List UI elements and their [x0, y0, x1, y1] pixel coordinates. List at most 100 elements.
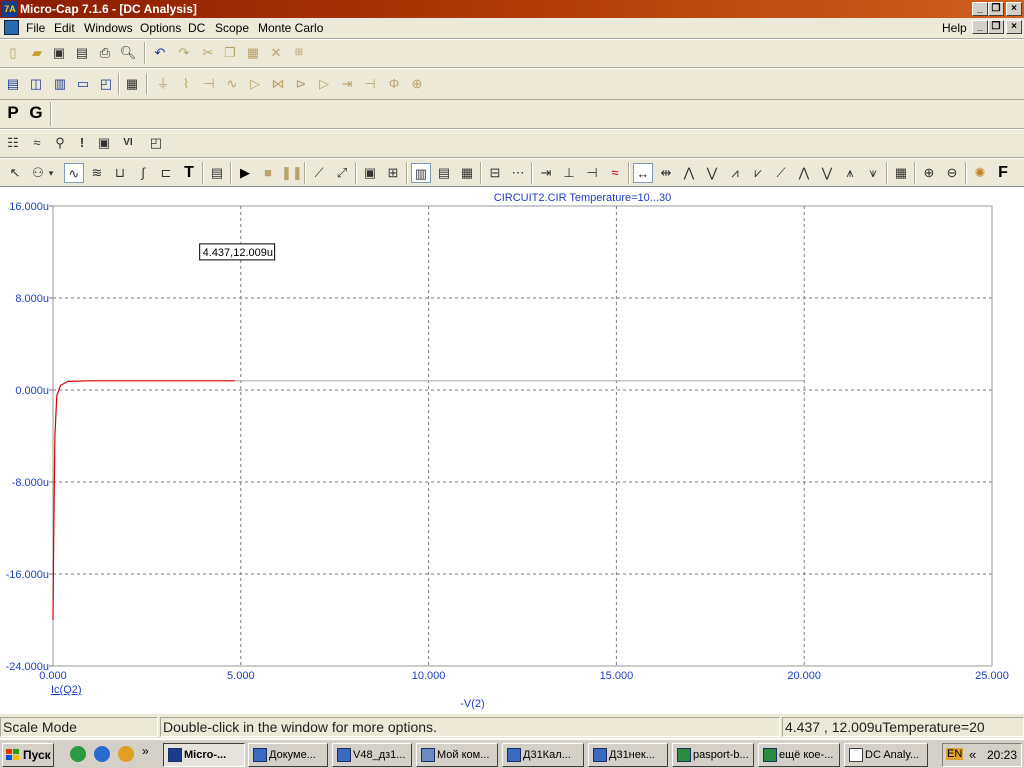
- open-folder-icon[interactable]: ▰: [27, 43, 47, 63]
- grid-icon[interactable]: ⊞: [383, 163, 403, 183]
- tile-horizontal-icon[interactable]: ▥: [50, 74, 70, 94]
- task-d31-nek[interactable]: Д31нек...: [588, 743, 668, 767]
- zener-icon[interactable]: ⋈: [268, 74, 288, 94]
- task-pasport[interactable]: pasport-b...: [672, 743, 754, 767]
- waveform-icon[interactable]: ≈: [27, 133, 47, 153]
- doc-close-button[interactable]: ×: [1006, 20, 1022, 34]
- copy-icon[interactable]: ❐: [220, 43, 240, 63]
- dc-analysis-chart[interactable]: 16.000u8.000u0.000u-8.000u-16.000u-24.00…: [0, 187, 1024, 715]
- text-tool-button[interactable]: T: [179, 163, 199, 183]
- vertical-tag-icon[interactable]: ⊏: [156, 163, 176, 183]
- task-d31-kal[interactable]: Д31Кал...: [502, 743, 584, 767]
- buffer-icon[interactable]: ⇥: [337, 74, 357, 94]
- document-icon[interactable]: [4, 20, 19, 35]
- frame-icon[interactable]: ▣: [360, 163, 380, 183]
- delete-icon[interactable]: ✕: [266, 43, 286, 63]
- menu-dc[interactable]: DC: [188, 21, 205, 35]
- zoom-out-icon[interactable]: ⊖: [942, 163, 962, 183]
- peak-icon[interactable]: ⋀: [679, 163, 699, 183]
- select-all-icon[interactable]: ⊞: [289, 43, 309, 63]
- clock[interactable]: 20:23: [987, 748, 1017, 762]
- p-button[interactable]: P: [3, 103, 23, 123]
- find-button[interactable]: F: [993, 163, 1013, 183]
- save-icon[interactable]: ▣: [49, 43, 69, 63]
- diode-icon[interactable]: ▷: [245, 74, 265, 94]
- table-icon[interactable]: ▦: [891, 163, 911, 183]
- menu-windows[interactable]: Windows: [84, 21, 133, 35]
- doc-minimize-button[interactable]: _: [972, 20, 988, 34]
- component-dropdown-icon[interactable]: ▾: [45, 163, 57, 183]
- maximize-button[interactable]: ❐: [988, 2, 1004, 16]
- menu-file[interactable]: File: [26, 21, 45, 35]
- select-cursor-icon[interactable]: ↖: [5, 163, 25, 183]
- tile-vertical-icon[interactable]: ◫: [26, 74, 46, 94]
- browser-icon[interactable]: [94, 746, 110, 762]
- cursor-mode-icon[interactable]: ≋: [87, 163, 107, 183]
- valley-icon[interactable]: ⋁: [702, 163, 722, 183]
- cascade-icon[interactable]: ▤: [3, 74, 23, 94]
- tag-horizontal-icon[interactable]: ⊣: [582, 163, 602, 183]
- desktop-icon[interactable]: [70, 746, 86, 762]
- menu-help[interactable]: Help: [942, 21, 967, 35]
- stop-icon[interactable]: ■: [258, 163, 278, 183]
- resistor-icon[interactable]: ⌇: [176, 74, 196, 94]
- minimize-button[interactable]: _: [972, 2, 988, 16]
- cut-icon[interactable]: ✂: [198, 43, 218, 63]
- source-icon[interactable]: Φ: [384, 74, 404, 94]
- undo-icon[interactable]: ↶: [150, 43, 170, 63]
- crosshair-icon[interactable]: ⋯: [508, 163, 528, 183]
- zoom-in-icon[interactable]: ⊕: [919, 163, 939, 183]
- limits-icon[interactable]: ☷: [3, 133, 23, 153]
- g-button[interactable]: G: [26, 103, 46, 123]
- tokens-icon[interactable]: ▤: [434, 163, 454, 183]
- linear-x-icon[interactable]: ⟋: [309, 163, 329, 183]
- cursor-left-icon[interactable]: ↔: [633, 163, 653, 183]
- data-points-icon[interactable]: ⇥: [536, 163, 556, 183]
- capacitor-icon[interactable]: ⊣: [199, 74, 219, 94]
- bottom-icon[interactable]: ⩛: [863, 163, 883, 183]
- global-low-icon[interactable]: ⋁: [817, 163, 837, 183]
- language-indicator[interactable]: EN: [946, 748, 964, 760]
- maximize-window-icon[interactable]: ▭: [73, 74, 93, 94]
- horizontal-tag-icon[interactable]: ∫: [133, 163, 153, 183]
- low-icon[interactable]: ⩗: [748, 163, 768, 183]
- minor-grid-icon[interactable]: ▥: [411, 163, 431, 183]
- run-icon[interactable]: ▶: [235, 163, 255, 183]
- save-all-icon[interactable]: ▤: [72, 43, 92, 63]
- tray-expand-icon[interactable]: «: [969, 747, 976, 762]
- transistor-icon[interactable]: ⊳: [291, 74, 311, 94]
- menu-monte-carlo[interactable]: Monte Carlo: [258, 21, 323, 35]
- palette-icon[interactable]: ✺: [970, 163, 990, 183]
- probe-icon[interactable]: ⚲: [50, 133, 70, 153]
- task-micro-cap[interactable]: Micro-...: [163, 743, 245, 767]
- paste-icon[interactable]: ▦: [243, 43, 263, 63]
- start-button[interactable]: Пуск: [2, 743, 54, 767]
- task-dc-analysis[interactable]: DC Analy...: [844, 743, 928, 767]
- baseline-icon[interactable]: ⊟: [485, 163, 505, 183]
- inflection-icon[interactable]: ⟋: [771, 163, 791, 183]
- print-preview-icon[interactable]: 🔍︎: [118, 43, 138, 63]
- task-document[interactable]: Докуме...: [248, 743, 328, 767]
- plot-properties-icon[interactable]: ▣: [94, 133, 114, 153]
- current-source-icon[interactable]: ⊕: [407, 74, 427, 94]
- menu-scope[interactable]: Scope: [215, 21, 249, 35]
- print-icon[interactable]: ⎙: [95, 43, 115, 63]
- window-icon[interactable]: ◰: [96, 74, 116, 94]
- task-v48[interactable]: V48_дз1...: [332, 743, 412, 767]
- redo-icon[interactable]: ↷: [174, 43, 194, 63]
- top-icon[interactable]: ⩚: [840, 163, 860, 183]
- log-x-icon[interactable]: ⤢: [332, 163, 352, 183]
- task-eshche[interactable]: ещё кое-...: [758, 743, 840, 767]
- global-high-icon[interactable]: ⋀: [794, 163, 814, 183]
- ruler-icon[interactable]: ▦: [457, 163, 477, 183]
- color-icon[interactable]: ≈: [605, 163, 625, 183]
- inductor-icon[interactable]: ∿: [222, 74, 242, 94]
- menu-options[interactable]: Options: [140, 21, 181, 35]
- analysis-window-icon[interactable]: ◰: [146, 133, 166, 153]
- quicklaunch-more-icon[interactable]: »: [142, 744, 149, 758]
- high-icon[interactable]: ⩘: [725, 163, 745, 183]
- cursor-right-icon[interactable]: ⇹: [656, 163, 676, 183]
- properties-icon[interactable]: ▤: [207, 163, 227, 183]
- media-icon[interactable]: [118, 746, 134, 762]
- point-tag-icon[interactable]: ⊔: [110, 163, 130, 183]
